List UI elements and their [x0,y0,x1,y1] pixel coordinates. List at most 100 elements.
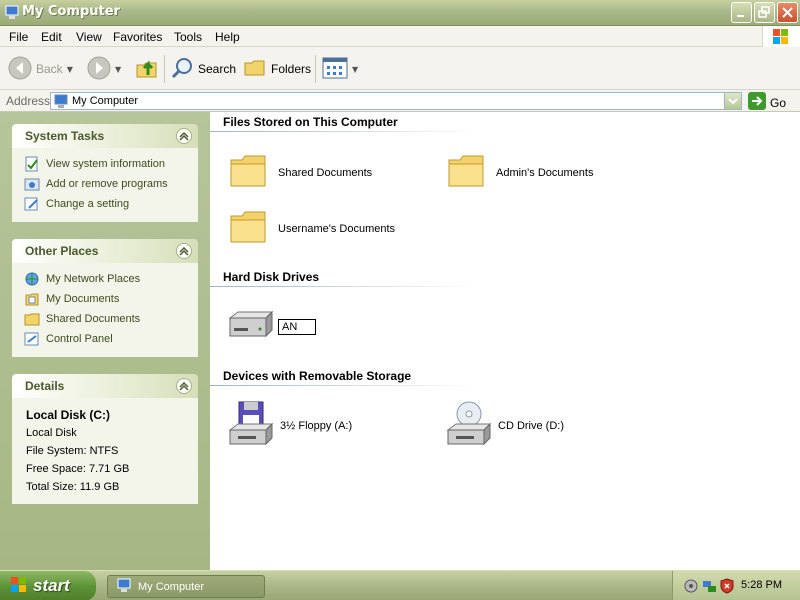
network-tray-icon[interactable] [701,578,717,597]
menu-help[interactable]: Help [215,30,240,44]
content-pane: Files Stored on This Computer Shared Doc… [210,112,800,570]
shared-documents-item[interactable]: Shared Documents [228,152,372,193]
folder-icon [228,208,268,249]
menu-view[interactable]: View [76,30,102,44]
folders-icon [243,56,267,83]
collapse-icon[interactable] [176,128,192,144]
group-divider [210,131,480,132]
usernames-documents-item[interactable]: Username's Documents [228,208,395,249]
link-text: My Documents [46,293,120,305]
window-title: My Computer [22,4,120,19]
address-label: Address [6,94,51,108]
details-total-size: Total Size: 11.9 GB [26,481,120,493]
menu-edit[interactable]: Edit [41,30,62,44]
settings-icon [24,196,40,212]
task-pane: System Tasks View system information Add… [0,112,210,570]
admins-documents-item[interactable]: Admin's Documents [446,152,593,193]
address-input[interactable]: My Computer [50,92,742,110]
other-places-header[interactable]: Other Places [12,239,198,263]
start-button[interactable]: start [0,571,96,600]
up-folder-icon [134,55,160,84]
my-documents-link[interactable]: My Documents [24,289,188,309]
chevron-down-icon[interactable]: ▼ [115,65,121,74]
details-panel: Details Local Disk (C:) Local Disk File … [12,374,198,504]
menu-favorites[interactable]: Favorites [113,30,162,44]
group-divider [210,286,480,287]
item-label: Username's Documents [278,222,396,235]
back-button[interactable]: Back ▼ [8,54,73,84]
programs-icon [24,176,40,192]
windows-logo-icon [10,576,28,597]
control-panel-link[interactable]: Control Panel [24,329,188,349]
forward-arrow-icon [87,56,111,83]
views-icon [322,57,348,82]
search-label: Search [198,62,237,76]
control-panel-icon [24,331,40,347]
floppy-drive-item[interactable]: 3½ Floppy (A:) [226,400,352,451]
address-dropdown-button[interactable] [724,93,741,109]
collapse-icon[interactable] [176,243,192,259]
menu-tools[interactable]: Tools [174,30,202,44]
item-label: CD Drive (D:) [498,419,564,432]
up-folder-button[interactable] [134,54,160,84]
folders-button[interactable]: Folders [243,54,311,84]
start-label: start [33,576,70,595]
cd-drive-item[interactable]: CD Drive (D:) [444,400,564,451]
search-button[interactable]: Search [170,54,236,84]
title-bar[interactable]: My Computer [0,0,800,26]
item-label: Admin's Documents [496,166,594,179]
add-remove-programs-link[interactable]: Add or remove programs [24,174,188,194]
forward-button[interactable]: ▼ [87,54,121,84]
back-label: Back [36,62,63,76]
panel-title: Details [25,379,65,393]
system-tasks-panel: System Tasks View system information Add… [12,124,198,222]
collapse-icon[interactable] [176,378,192,394]
chevron-down-icon[interactable]: ▼ [352,65,358,74]
computer-icon [5,5,20,20]
change-setting-link[interactable]: Change a setting [24,194,188,214]
back-arrow-icon [8,56,32,83]
volume-icon[interactable] [683,578,699,597]
system-info-icon [24,156,40,172]
system-tasks-header[interactable]: System Tasks [12,124,198,148]
local-disk-item[interactable]: AN [226,310,316,343]
computer-icon [54,94,69,112]
link-text: Change a setting [46,198,130,210]
folder-icon [446,152,486,193]
my-network-places-link[interactable]: My Network Places [24,269,188,289]
clock: 5:28 PM [741,579,782,591]
system-tray: 5:28 PM [672,571,800,600]
taskbar-item-label: My Computer [138,580,205,593]
group-header-removable: Devices with Removable Storage [223,369,412,383]
close-button[interactable] [777,2,798,23]
documents-icon [24,291,40,307]
taskbar: start My Computer 5:28 PM [0,570,800,600]
views-button[interactable]: ▼ [322,54,358,84]
computer-icon [117,578,132,596]
go-button[interactable]: Go [748,92,786,113]
view-system-info-link[interactable]: View system information [24,154,188,174]
details-header[interactable]: Details [12,374,198,398]
link-text: Control Panel [46,333,113,345]
menu-file[interactable]: File [9,30,28,44]
minimize-button[interactable] [731,2,752,23]
floppy-drive-icon [226,400,274,451]
panel-title: Other Places [25,244,99,258]
rename-input[interactable]: AN [278,318,316,335]
link-text: Add or remove programs [46,178,168,190]
other-places-panel: Other Places My Network Places My Docume… [12,239,198,357]
shared-documents-link[interactable]: Shared Documents [24,309,188,329]
taskbar-item-my-computer[interactable]: My Computer [107,575,265,598]
go-label: Go [770,95,787,110]
menu-bar: File Edit View Favorites Tools Help [0,26,800,47]
restore-button[interactable] [754,2,775,23]
panel-title: System Tasks [25,129,105,143]
chevron-down-icon[interactable]: ▼ [67,65,73,74]
details-type: Local Disk [26,427,77,439]
folders-label: Folders [271,62,312,76]
folder-icon [228,152,268,193]
security-shield-icon[interactable] [719,578,735,597]
search-icon [170,56,194,83]
address-value: My Computer [72,95,139,107]
cd-drive-icon [444,400,492,451]
